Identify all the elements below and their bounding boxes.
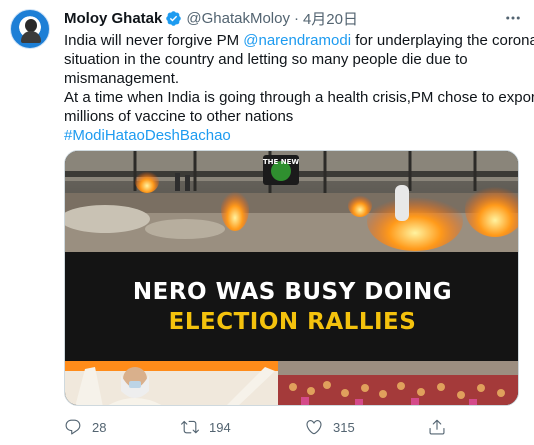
- media-headline-line2: ELECTION RALLIES: [168, 308, 417, 335]
- media-badge-text: THE NEW: [263, 158, 299, 166]
- like-count: 315: [333, 419, 355, 435]
- avatar-body: [21, 31, 41, 43]
- tweet-text: India will never forgive PM @narendramod…: [64, 31, 534, 145]
- retweet-icon: [181, 420, 199, 434]
- avatar[interactable]: [10, 9, 50, 49]
- tweet-header: Moloy Ghatak @GhatakMoloy · 4月20日: [64, 8, 358, 28]
- tweet-actions: 28 194 315: [64, 416, 474, 438]
- reply-button[interactable]: 28: [64, 416, 106, 438]
- like-icon: [306, 420, 322, 435]
- tweet-text-segment: India will never forgive PM: [64, 32, 244, 49]
- share-icon: [429, 419, 445, 435]
- verified-badge-icon: [166, 10, 182, 26]
- more-icon: [506, 16, 520, 20]
- author-name[interactable]: Moloy Ghatak: [64, 10, 162, 27]
- like-button[interactable]: 315: [305, 416, 355, 438]
- share-button[interactable]: [428, 416, 456, 438]
- rally-photo: [65, 361, 518, 405]
- media-headline-banner: NERO WAS BUSY DOING ELECTION RALLIES: [65, 252, 518, 361]
- reply-icon: [65, 419, 81, 435]
- tweet-line-1: India will never forgive PM @narendramod…: [64, 31, 534, 50]
- more-button[interactable]: [502, 8, 524, 28]
- retweet-button[interactable]: 194: [181, 416, 231, 438]
- media-headline-line1: NERO WAS BUSY DOING: [132, 278, 453, 305]
- tweet-line-5: millions of vaccine to other nations: [64, 108, 294, 125]
- mention-link[interactable]: @narendramodi: [243, 32, 351, 49]
- separator-dot: ·: [293, 9, 299, 27]
- tweet[interactable]: Moloy Ghatak @GhatakMoloy · 4月20日 India …: [0, 0, 534, 445]
- reply-count: 28: [92, 419, 107, 435]
- retweet-count: 194: [209, 419, 231, 435]
- tweet-line-4: At a time when India is going through a …: [64, 89, 534, 106]
- hashtag-link[interactable]: #ModiHataoDeshBachao: [64, 126, 524, 145]
- tweet-line-3: mismanagement.: [64, 70, 180, 87]
- author-handle[interactable]: @GhatakMoloy: [186, 10, 290, 27]
- tweet-time[interactable]: 4月20日: [303, 8, 358, 29]
- tweet-media-image[interactable]: THE NEW NERO WAS BUSY DOING ELECTION RAL…: [64, 150, 519, 406]
- tweet-text-segment: for underplaying the corona: [351, 32, 534, 49]
- tweet-line-2: situation in the country and letting so …: [64, 51, 468, 68]
- cremation-photo: THE NEW: [65, 151, 518, 252]
